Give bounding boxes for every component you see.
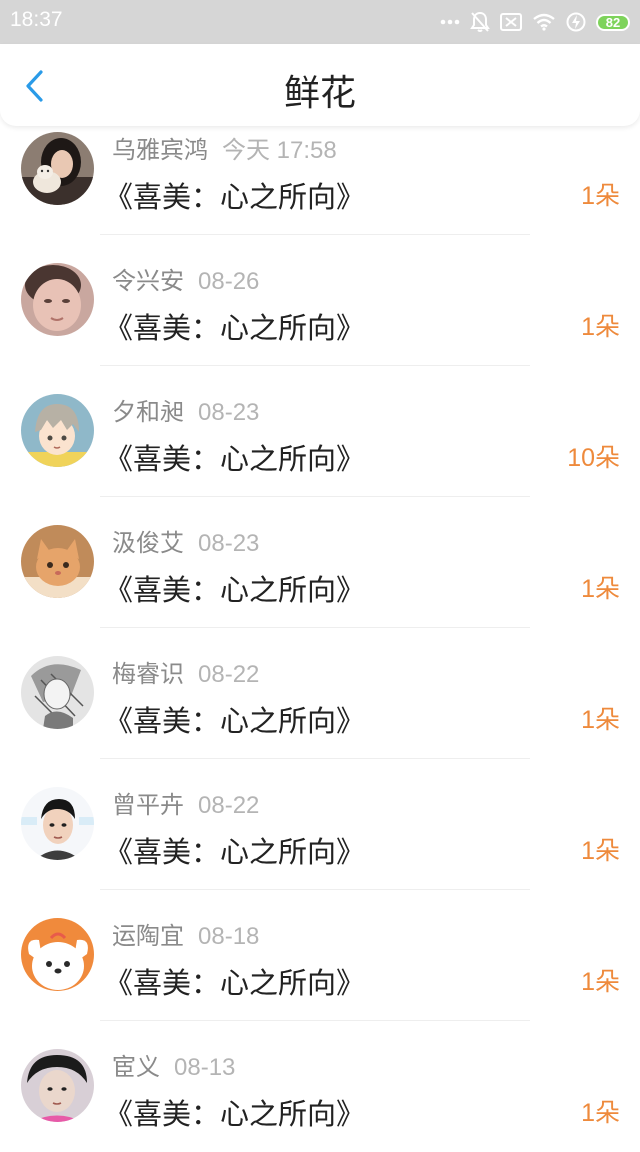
avatar[interactable]: [21, 132, 94, 205]
avatar[interactable]: [21, 263, 94, 336]
charging-icon: [566, 12, 586, 32]
page-title: 鲜花: [283, 73, 356, 114]
avatar[interactable]: [21, 918, 94, 991]
flower-count: 1朵: [581, 575, 620, 603]
list-item[interactable]: 夕和昶 08-23 《喜美：心之所向》 10朵: [0, 366, 640, 497]
status-icons: 82: [440, 0, 630, 44]
avatar[interactable]: [21, 394, 94, 467]
book-title: 《喜美：心之所向》: [104, 442, 366, 476]
book-title: 《喜美：心之所向》: [104, 1097, 366, 1131]
flower-count: 1朵: [581, 706, 620, 734]
record-header: 汲俊艾 08-23: [112, 523, 259, 558]
more-dots-icon: [440, 19, 460, 25]
list-item[interactable]: 汲俊艾 08-23 《喜美：心之所向》 1朵: [0, 497, 640, 628]
flower-count: 1朵: [581, 182, 620, 210]
flower-count: 1朵: [581, 1099, 620, 1127]
list-item[interactable]: 曾平卉 08-22 《喜美：心之所向》 1朵: [0, 759, 640, 890]
book-title: 《喜美：心之所向》: [104, 966, 366, 1000]
record-date: 08-26: [198, 268, 260, 295]
list-item[interactable]: 梅睿识 08-22 《喜美：心之所向》 1朵: [0, 628, 640, 759]
avatar[interactable]: [21, 787, 94, 860]
record-date: 今天 17:58: [222, 137, 337, 164]
flower-count: 10朵: [567, 444, 620, 472]
record-date: 08-22: [198, 792, 260, 819]
record-date: 08-13: [174, 1054, 236, 1081]
record-header: 曾平卉 08-22: [112, 785, 259, 820]
user-name: 乌雅宾鸿: [112, 136, 208, 164]
flower-count: 1朵: [581, 313, 620, 341]
record-date: 08-23: [198, 530, 260, 557]
status-time: 18:37: [10, 8, 63, 31]
user-name: 宦义: [112, 1053, 160, 1081]
status-bar: 18:37 82: [0, 0, 640, 44]
user-name: 运陶宜: [112, 922, 184, 950]
sim-off-icon: [500, 13, 522, 31]
user-name: 梅睿识: [112, 660, 184, 688]
book-title: 《喜美：心之所向》: [104, 180, 366, 214]
record-header: 夕和昶 08-23: [112, 392, 259, 427]
book-title: 《喜美：心之所向》: [104, 835, 366, 869]
list-item[interactable]: 运陶宜 08-18 《喜美：心之所向》 1朵: [0, 890, 640, 1021]
avatar[interactable]: [21, 656, 94, 729]
user-name: 令兴安: [112, 267, 184, 295]
record-header: 运陶宜 08-18: [112, 916, 259, 951]
user-name: 曾平卉: [112, 791, 184, 819]
list-item[interactable]: 宦义 08-13 《喜美：心之所向》 1朵: [0, 1021, 640, 1152]
record-header: 令兴安 08-26: [112, 261, 259, 296]
record-header: 乌雅宾鸿 今天 17:58: [112, 130, 337, 165]
wifi-icon: [532, 13, 556, 31]
record-date: 08-22: [198, 661, 260, 688]
list-item[interactable]: 令兴安 08-26 《喜美：心之所向》 1朵: [0, 235, 640, 366]
flower-count: 1朵: [581, 968, 620, 996]
user-name: 夕和昶: [112, 398, 184, 426]
record-header: 梅睿识 08-22: [112, 654, 259, 689]
avatar[interactable]: [21, 1049, 94, 1122]
battery-icon: 82: [596, 13, 630, 31]
nav-bar: 鲜花: [0, 44, 640, 126]
record-date: 08-18: [198, 923, 260, 950]
book-title: 《喜美：心之所向》: [104, 573, 366, 607]
flower-record-list: 乌雅宾鸿 今天 17:58 《喜美：心之所向》 1朵 令兴安 08-26 《喜美：心…: [0, 104, 640, 1152]
record-date: 08-23: [198, 399, 260, 426]
record-header: 宦义 08-13: [112, 1047, 235, 1082]
book-title: 《喜美：心之所向》: [104, 704, 366, 738]
avatar[interactable]: [21, 525, 94, 598]
mute-bell-icon: [470, 11, 490, 33]
user-name: 汲俊艾: [112, 529, 184, 557]
flower-count: 1朵: [581, 837, 620, 865]
book-title: 《喜美：心之所向》: [104, 311, 366, 345]
